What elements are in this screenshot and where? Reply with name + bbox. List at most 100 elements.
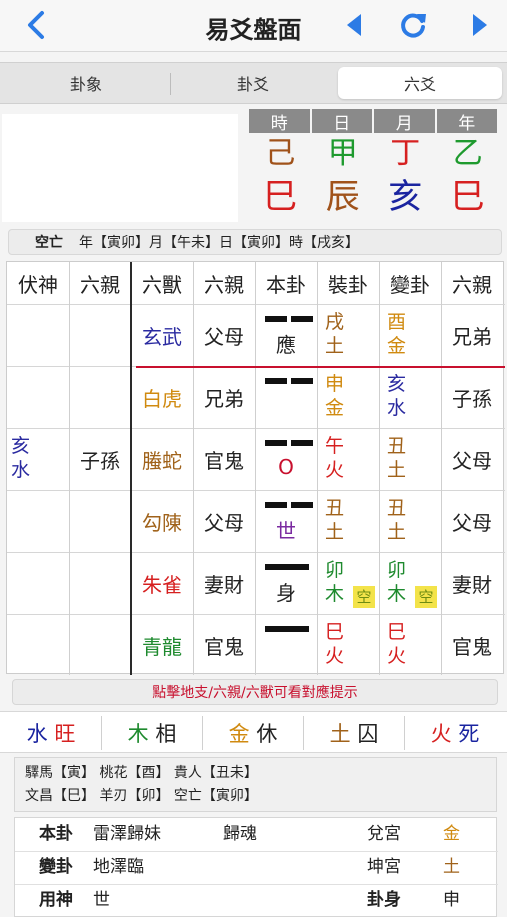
col-header-hidden-spirit: 伏神	[18, 272, 58, 297]
pillar-header-month: 月	[374, 109, 435, 134]
pillar-header-day: 日	[311, 109, 372, 134]
hexagram-table: 伏神 六親 六獸 六親 本卦 裝卦 變卦 六親 亥 水 子孫 玄武 父母應戌土酉金…	[6, 261, 505, 676]
relation-cell[interactable]: 官鬼	[193, 614, 255, 676]
main-hexagram-type: 歸魂	[223, 824, 257, 844]
spirits-line-2: 文昌【巳】 羊刃【卯】 空亡【寅卯】	[25, 788, 258, 804]
hexagram-info: 本卦 雷澤歸妹 歸魂 兌宮 金 變卦 地澤臨 坤宮 土 用神 世 卦身 申	[14, 817, 498, 917]
col-header-main-hexagram: 本卦	[266, 272, 306, 297]
main-element: 土	[325, 335, 345, 357]
hidden-spirit-top: 亥	[11, 435, 31, 457]
relation-cell[interactable]: 兄弟	[193, 366, 255, 428]
main-element: 木	[325, 583, 345, 605]
changed-relation-cell[interactable]: 兄弟	[441, 304, 503, 366]
main-branch-element[interactable]: 丑土	[325, 496, 344, 544]
info-row-changed: 變卦 地澤臨 坤宮 土	[15, 851, 498, 884]
next-triangle-icon[interactable]	[469, 12, 491, 38]
beast-cell[interactable]: 青龍	[131, 614, 193, 676]
refresh-icon[interactable]	[398, 10, 428, 40]
changed-relation-cell[interactable]: 父母	[441, 428, 503, 490]
element-state: 相	[155, 722, 177, 746]
element-name: 金	[228, 722, 250, 746]
yang-line	[265, 564, 309, 570]
changed-branch-element[interactable]: 巳火	[387, 620, 406, 668]
hidden-spirit-bottom: 水	[11, 459, 31, 481]
element-metal-strength: 金 休	[203, 712, 303, 754]
main-branch-element[interactable]: 申金	[325, 372, 344, 420]
beast-cell[interactable]: 朱雀	[131, 552, 193, 614]
main-branch-element[interactable]: 卯木	[325, 558, 344, 606]
beast-cell[interactable]: 白虎	[131, 366, 193, 428]
line-mark: 世	[276, 518, 296, 543]
changed-element: 土	[387, 459, 407, 481]
hidden-spirit-branch[interactable]: 亥 水	[11, 434, 30, 482]
beast-cell[interactable]: 螣蛇	[131, 428, 193, 490]
void-summary: 空亡 年【寅卯】月【午未】日【寅卯】時【戌亥】	[8, 229, 502, 255]
changed-relation-cell[interactable]: 妻財	[441, 552, 503, 614]
main-element: 火	[325, 645, 345, 667]
element-state: 囚	[357, 722, 379, 746]
element-earth-strength: 土 囚	[304, 712, 404, 754]
changed-relation-cell[interactable]: 官鬼	[441, 614, 503, 676]
branch-day: 辰	[325, 177, 360, 217]
line-mark: 身	[276, 580, 296, 605]
changed-hexagram-palace: 坤宮	[367, 857, 401, 877]
main-branch-element[interactable]: 巳火	[325, 620, 344, 668]
pillar-header-year: 年	[436, 109, 497, 134]
main-branch: 戌	[325, 311, 345, 333]
row-divider	[7, 552, 505, 553]
changed-branch: 卯	[387, 559, 407, 581]
tab-six-lines[interactable]: 六爻	[338, 67, 502, 99]
changed-element: 木	[387, 583, 407, 605]
changed-palace-element: 土	[443, 857, 460, 877]
main-element: 火	[325, 459, 345, 481]
stem-year: 乙	[452, 136, 483, 171]
beast-cell[interactable]: 勾陳	[131, 490, 193, 552]
main-branch: 申	[325, 373, 345, 395]
col-divider	[379, 262, 380, 675]
element-name: 水	[26, 722, 48, 746]
changed-branch: 丑	[387, 435, 407, 457]
changed-branch-element[interactable]: 卯木	[387, 558, 406, 606]
prev-triangle-icon[interactable]	[343, 12, 365, 38]
relation-cell[interactable]: 官鬼	[193, 428, 255, 490]
beast-cell[interactable]: 玄武	[131, 304, 193, 366]
page-title: 易爻盤面	[205, 16, 302, 44]
tab-hexagram-image[interactable]: 卦象	[6, 67, 166, 99]
tab-hexagram-lines[interactable]: 卦爻	[172, 67, 334, 99]
line-mark: O	[278, 455, 294, 479]
void-tag: 空	[415, 586, 437, 608]
changed-branch-element[interactable]: 丑土	[387, 434, 406, 482]
relation-cell[interactable]: 妻財	[193, 552, 255, 614]
element-name: 土	[329, 722, 351, 746]
use-god-value: 世	[93, 890, 110, 910]
element-wood-strength: 木 相	[102, 712, 202, 754]
changed-relation-cell[interactable]: 子孫	[441, 366, 503, 428]
changed-branch-element[interactable]: 亥水	[387, 372, 406, 420]
stem-day: 甲	[327, 136, 358, 171]
pillar-header-hour: 時	[249, 109, 310, 134]
col-header-relation-changed: 六親	[452, 272, 492, 297]
main-branch-element[interactable]: 午火	[325, 434, 344, 482]
main-palace-element: 金	[443, 824, 460, 844]
main-hexagram-palace: 兌宮	[367, 824, 401, 844]
changed-element: 火	[387, 645, 407, 667]
main-branch-element[interactable]: 戌土	[325, 310, 344, 358]
changed-relation-cell[interactable]: 父母	[441, 490, 503, 552]
relation-cell[interactable]: 父母	[193, 490, 255, 552]
row-divider	[7, 490, 505, 491]
changed-branch-element[interactable]: 丑土	[387, 496, 406, 544]
element-state: 死	[458, 722, 480, 746]
branch-hour: 巳	[263, 177, 298, 217]
main-element: 土	[325, 521, 345, 543]
changed-branch-element[interactable]: 酉金	[387, 310, 406, 358]
relation-cell[interactable]: 父母	[193, 304, 255, 366]
col-divider	[317, 262, 318, 675]
element-name: 火	[430, 722, 452, 746]
hexagram-body-label: 卦身	[367, 890, 401, 910]
void-label: 空亡	[35, 235, 63, 251]
info-row-use-god: 用神 世 卦身 申	[15, 884, 498, 917]
branch-month: 亥	[388, 177, 423, 217]
spirits-panel: 驛馬【寅】 桃花【酉】 貴人【丑未】 文昌【巳】 羊刃【卯】 空亡【寅卯】	[14, 757, 497, 812]
hidden-spirit-relation[interactable]: 子孫	[69, 428, 131, 490]
element-state: 休	[256, 722, 278, 746]
